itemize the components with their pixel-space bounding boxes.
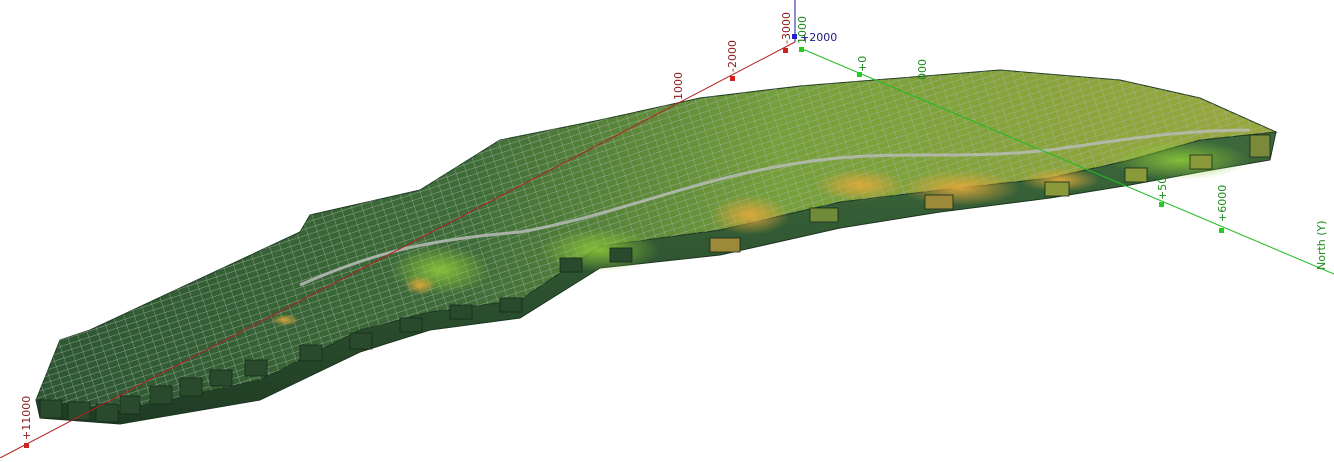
y-axis-tick — [799, 47, 804, 52]
3d-viewport[interactable]: -3000 -2000 1000 +11000 +0 000 +50 +6000… — [0, 0, 1334, 459]
y-axis-name: North (Y) — [1315, 220, 1328, 270]
high-value-zone — [271, 314, 299, 326]
x-axis-tick — [24, 443, 29, 448]
z-tick-label: 1000 — [796, 16, 809, 44]
z-axis: +2000 1000 — [792, 0, 837, 44]
high-value-zone — [540, 228, 660, 272]
y-tick-label: +50 — [1156, 177, 1169, 200]
x-axis-tick — [730, 76, 735, 81]
y-axis-tick — [1219, 228, 1224, 233]
reservoir-grid-body[interactable] — [35, 69, 1278, 425]
y-tick-label: +0 — [856, 56, 869, 72]
y-axis-tick — [1159, 202, 1164, 207]
x-tick-label: -2000 — [726, 40, 739, 72]
high-value-zone — [710, 195, 790, 235]
x-tick-label: +11000 — [20, 396, 33, 440]
y-tick-label: 000 — [916, 59, 929, 80]
reservoir-grid-scene: -3000 -2000 1000 +11000 +0 000 +50 +6000… — [0, 0, 1334, 459]
x-tick-label: 1000 — [672, 72, 685, 100]
x-tick-label: -3000 — [780, 12, 793, 44]
high-value-zone — [900, 170, 1020, 206]
high-value-zone — [404, 275, 436, 295]
y-tick-label: +6000 — [1216, 185, 1229, 222]
high-value-zone — [815, 169, 905, 201]
x-axis-tick — [783, 48, 788, 53]
